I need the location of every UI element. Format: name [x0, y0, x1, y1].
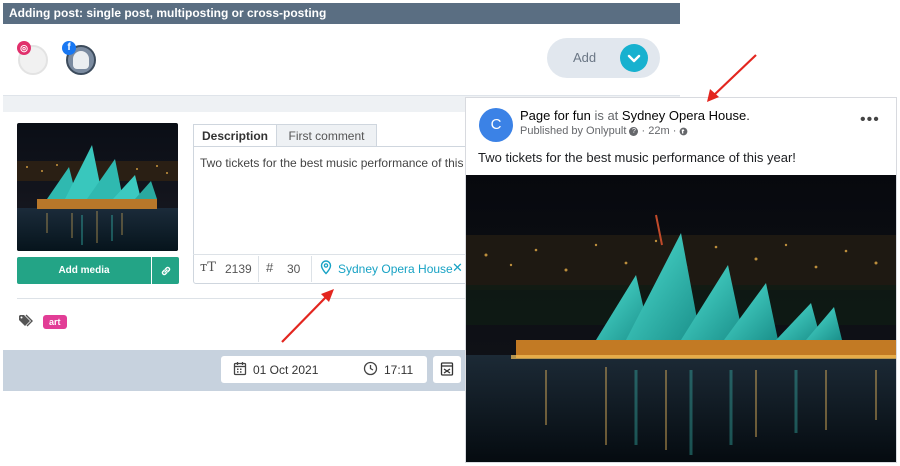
tags-icon: [18, 314, 36, 333]
calendar-remove-icon: [440, 362, 454, 376]
globe-icon: [679, 125, 688, 137]
clear-schedule-button[interactable]: [433, 356, 461, 383]
post-meta: Published by Onlypult ? · 22m ·: [520, 125, 688, 137]
text-size-icon: тT: [200, 260, 216, 275]
instagram-icon: ◎: [17, 41, 31, 55]
more-options-icon[interactable]: •••: [860, 111, 880, 129]
schedule-time[interactable]: 17:11: [384, 363, 413, 377]
add-dropdown-toggle[interactable]: [620, 44, 648, 72]
post-time: 22m: [648, 125, 670, 137]
media-thumbnail[interactable]: [17, 123, 178, 251]
tab-first-comment[interactable]: First comment: [277, 124, 377, 147]
avatar-figure: [73, 51, 89, 69]
section-divider: [17, 298, 477, 299]
post-header: Page for fun is at Sydney Opera House.: [520, 108, 750, 123]
tab-description[interactable]: Description: [193, 124, 277, 147]
link-icon: [161, 266, 170, 276]
character-count: 2139: [225, 262, 252, 276]
clock-icon: [363, 361, 378, 381]
post-photo: [466, 175, 896, 462]
meta-dot: ·: [672, 125, 677, 137]
toolbar-divider: [311, 256, 312, 282]
location-pin-icon: [320, 260, 332, 280]
location-link[interactable]: Sydney Opera House: [338, 262, 453, 276]
published-by: Published by Onlypult: [520, 125, 627, 137]
add-media-button[interactable]: Add media: [17, 257, 151, 284]
tag-badge[interactable]: art: [43, 315, 67, 329]
composer-title: Adding post: single post, multiposting o…: [3, 3, 680, 24]
header-period: .: [746, 108, 750, 123]
editor-toolbar-divider: [193, 254, 483, 255]
toolbar-divider: [258, 256, 259, 282]
description-text[interactable]: Two tickets for the best music performan…: [200, 156, 465, 170]
page-name: Page for fun: [520, 108, 591, 123]
chevron-down-icon: [627, 54, 641, 63]
facebook-icon: f: [62, 41, 76, 55]
opera-house-photo: [466, 175, 896, 462]
post-text: Two tickets for the best music performan…: [478, 150, 796, 165]
calendar-icon: [233, 361, 247, 381]
arrow-to-checkin: [707, 54, 757, 102]
page-avatar: C: [479, 108, 513, 142]
clear-location-icon[interactable]: ✕: [452, 260, 463, 276]
media-link-button[interactable]: [152, 257, 179, 284]
is-at-text: is at: [590, 108, 622, 123]
info-icon: ?: [629, 126, 639, 136]
checkin-place: Sydney Opera House: [621, 108, 747, 123]
meta-dot: ·: [641, 125, 646, 137]
opera-house-image: [17, 123, 178, 251]
add-button-label: Add: [573, 50, 597, 65]
hashtag-icon: #: [266, 260, 274, 275]
schedule-date[interactable]: 01 Oct 2021: [253, 363, 318, 377]
hashtag-count: 30: [287, 262, 301, 276]
